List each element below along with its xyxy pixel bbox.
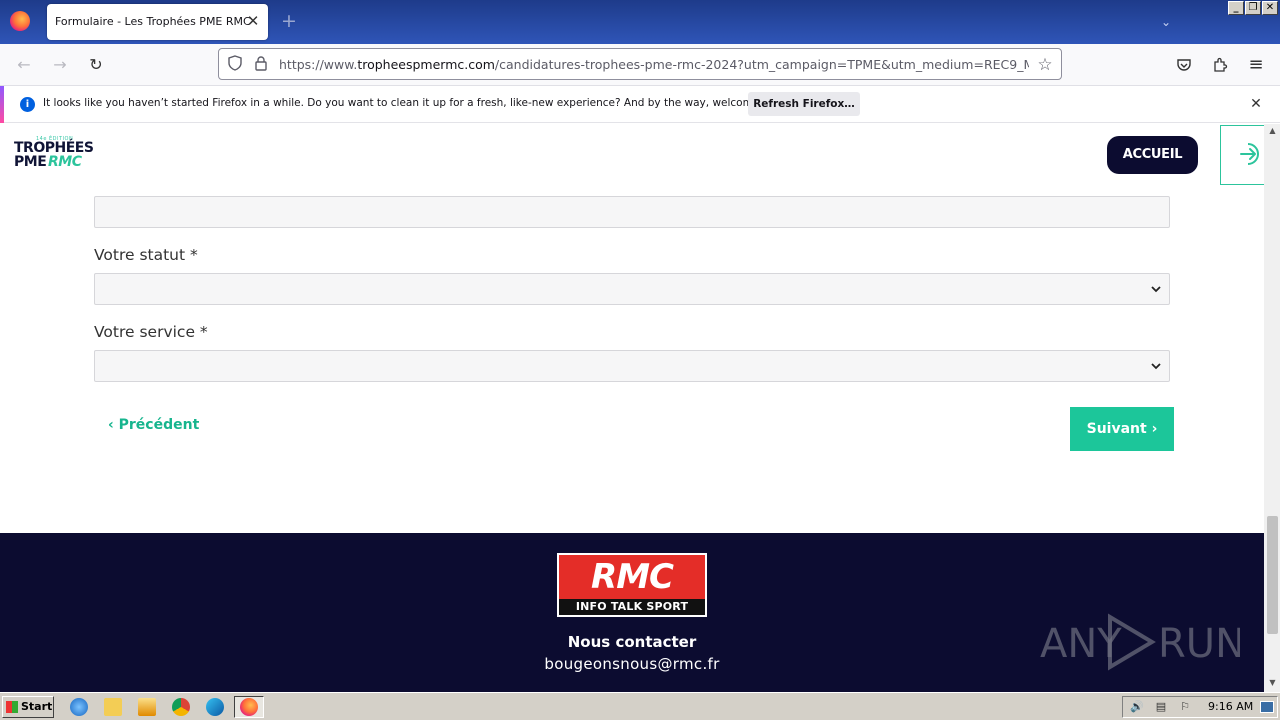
status-label: Votre statut * [94,246,198,264]
svg-text:RUN: RUN [1158,621,1240,667]
page-content: 14e ÉDITION TROPHÉES PME RMC ACCUEIL Vot… [0,124,1264,692]
service-select[interactable] [94,350,1170,382]
extensions-icon[interactable] [1208,53,1232,77]
scroll-down-icon[interactable]: ▼ [1267,678,1278,688]
reload-icon[interactable]: ↻ [84,53,108,77]
start-label: Start [21,700,53,713]
notification-close-icon[interactable]: ✕ [1246,94,1266,114]
login-button[interactable] [1220,125,1264,185]
rmc-logo-top: RMC [559,555,705,599]
next-button[interactable]: Suivant › [1070,407,1174,451]
refresh-firefox-button[interactable]: Refresh Firefox… [748,92,860,116]
logo-line-1: TROPHÉES [14,140,94,156]
url-prefix: https://www. [279,57,358,72]
back-icon[interactable]: ← [12,53,36,77]
scroll-up-icon[interactable]: ▲ [1267,126,1278,136]
network-icon[interactable]: ▤ [1154,701,1168,713]
tab-list-chevron-icon[interactable]: ⌄ [1156,12,1176,32]
system-tray [1122,696,1278,718]
clock[interactable]: 9:16 AM [1208,700,1253,713]
url-domain: tropheespmermc.com [357,57,495,72]
navigation-bar: ← → ↻ https://www.tropheespmermc.com/can… [0,44,1280,86]
tab-strip: Formulaire - Les Trophées PME RMC ✕ + ⌄ … [0,0,1280,44]
anyrun-watermark: ANY RUN [1040,613,1240,671]
pocket-icon[interactable] [1172,53,1196,77]
lock-icon[interactable] [251,55,271,75]
new-tab-plus-icon[interactable]: + [278,10,300,32]
notification-bar: i It looks like you haven’t started Fire… [0,86,1280,123]
trophees-pme-rmc-logo[interactable]: 14e ÉDITION TROPHÉES PME RMC [14,136,94,176]
notification-text: It looks like you haven’t started Firefo… [43,97,792,109]
start-button[interactable]: Start [2,696,54,718]
tab-title: Formulaire - Les Trophées PME RMC [55,15,251,28]
rmc-logo[interactable]: RMC INFO TALK SPORT [557,553,707,617]
url-bar[interactable]: https://www.tropheespmermc.com/candidatu… [218,48,1062,80]
menu-icon[interactable]: ≡ [1244,53,1268,77]
info-icon: i [20,97,35,112]
close-window-button[interactable]: ✕ [1262,1,1278,15]
taskbar-firefox-active[interactable] [234,696,264,718]
logo-line-2a: PME [14,154,47,170]
taskbar: Start 🔊 ▤ ⚐ 9:16 AM [0,692,1280,720]
restore-window-button[interactable]: ❐ [1245,1,1261,15]
status-select[interactable] [94,273,1170,305]
firefox-icon [240,698,258,716]
windows-logo-icon [6,701,18,713]
chevron-down-icon [1151,286,1161,293]
notification-accent-strip [0,86,4,123]
logo-line-2b: RMC [48,154,82,170]
url-text[interactable]: https://www.tropheespmermc.com/candidatu… [279,57,1029,72]
site-footer: RMC INFO TALK SPORT Nous contacter bouge… [0,533,1264,692]
url-path: /candidatures-trophees-pme-rmc-2024?utm_… [494,57,1029,72]
page-scrollbar[interactable]: ▲ ▼ [1264,124,1280,692]
browser-tab[interactable]: Formulaire - Les Trophées PME RMC ✕ [47,4,268,40]
show-desktop-icon[interactable] [1260,701,1274,713]
accueil-button[interactable]: ACCUEIL [1107,136,1198,174]
volume-icon[interactable]: 🔊 [1130,701,1144,713]
chrome-icon[interactable] [172,698,190,716]
scrollbar-thumb[interactable] [1267,516,1278,634]
internet-explorer-icon[interactable] [70,698,88,716]
flag-icon[interactable]: ⚐ [1178,701,1192,713]
service-label: Votre service * [94,323,208,341]
tab-close-icon[interactable]: ✕ [243,11,263,31]
login-icon [1240,143,1259,165]
previous-button[interactable]: ‹ Précédent [108,417,199,433]
folder-icon[interactable] [104,698,122,716]
rmc-logo-bottom: INFO TALK SPORT [559,599,705,615]
previous-text-field[interactable] [94,196,1170,228]
media-player-icon[interactable] [138,698,156,716]
star-icon[interactable]: ☆ [1035,55,1055,75]
chevron-down-icon [1151,363,1161,370]
forward-icon[interactable]: → [48,53,72,77]
edge-icon[interactable] [206,698,224,716]
minimize-window-button[interactable]: _ [1228,1,1244,15]
shield-icon[interactable] [225,55,245,75]
firefox-icon [10,11,30,31]
